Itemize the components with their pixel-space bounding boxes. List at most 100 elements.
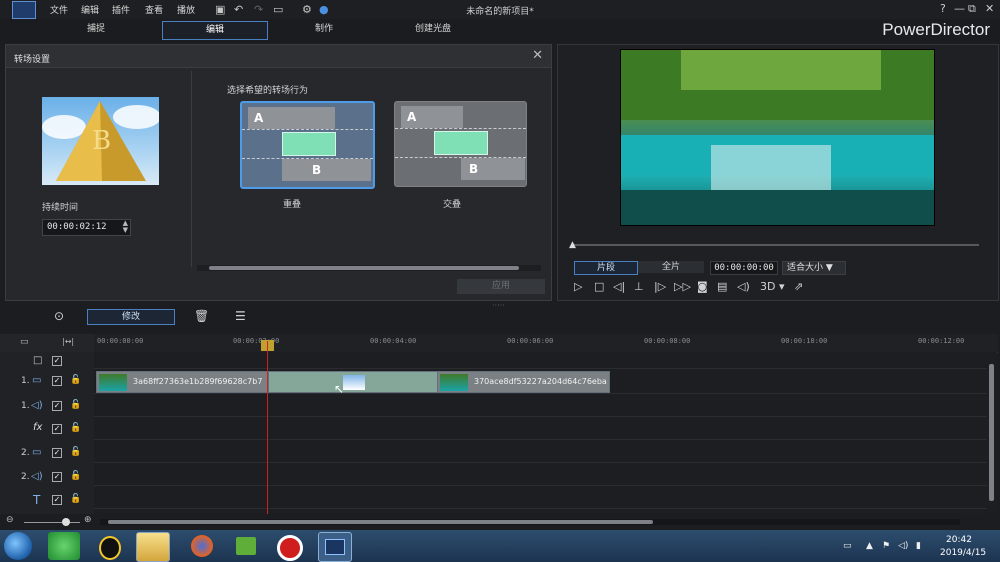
fast-forward-icon[interactable]: ▷▷ xyxy=(674,280,691,293)
crossover-option-label: 交叠 xyxy=(443,200,462,210)
volume-icon[interactable]: ◁) xyxy=(737,280,750,293)
timeline-horizontal-scrollbar[interactable] xyxy=(100,519,960,525)
restore-button[interactable]: ⧉ xyxy=(968,2,976,16)
play-icon[interactable]: ▷ xyxy=(574,280,582,293)
track-enable-checkbox[interactable]: ✓ xyxy=(52,495,62,505)
tray-expand-icon[interactable]: ▲ xyxy=(866,541,873,551)
effect-track-icon: fx xyxy=(33,422,43,433)
track-enable-checkbox[interactable]: ✓ xyxy=(52,448,62,458)
next-frame-icon[interactable]: |▷ xyxy=(654,280,666,293)
player-timecode[interactable]: 00:00:00:00 xyxy=(710,261,778,275)
track-manager-icon[interactable]: ▭ xyxy=(20,337,29,347)
transition-block xyxy=(434,131,488,155)
track-row xyxy=(94,486,987,509)
clip-filename: 370ace8df53227a204d64c76eba xyxy=(474,377,607,386)
tab-edit[interactable]: 编辑 xyxy=(162,21,268,40)
delete-trash-icon[interactable]: 🗑 xyxy=(194,309,209,323)
lock-icon[interactable]: 🔓 xyxy=(70,494,81,504)
collapse-toolbar-icon[interactable]: ⊙ xyxy=(54,309,64,323)
video-preview xyxy=(620,49,935,226)
lock-icon[interactable]: 🔓 xyxy=(70,423,81,433)
track-enable-checkbox[interactable]: ✓ xyxy=(52,376,62,386)
3d-mode-button[interactable]: 3D ▾ xyxy=(760,280,785,293)
minimize-button[interactable]: — xyxy=(954,2,965,15)
taskbar-app-icon[interactable] xyxy=(48,532,80,560)
volume-tray-icon[interactable]: ◁) xyxy=(898,541,908,551)
lock-icon[interactable]: 🔓 xyxy=(70,471,81,481)
close-button[interactable]: ✕ xyxy=(985,2,994,15)
video-clip[interactable]: 370ace8df53227a204d64c76eba xyxy=(437,371,610,393)
stop-icon[interactable]: □ xyxy=(594,280,604,293)
panel-close-icon[interactable]: ✕ xyxy=(532,48,543,63)
screen-recorder-icon[interactable] xyxy=(274,532,306,561)
tab-create-disc[interactable]: 创建光盘 xyxy=(381,21,485,38)
title-track-icon: T xyxy=(33,493,41,507)
powerdirector-taskbar-icon[interactable] xyxy=(318,532,352,562)
fit-size-value: 适合大小 xyxy=(787,263,824,273)
seek-handle-icon[interactable]: ▲ xyxy=(569,240,576,250)
qq-icon[interactable] xyxy=(94,532,126,560)
vertical-scroll-thumb[interactable] xyxy=(989,364,994,501)
ruler-tick: 00:00:08:00 xyxy=(644,337,691,345)
start-button[interactable] xyxy=(4,532,32,560)
previous-frame-icon[interactable]: ◁| xyxy=(613,280,625,293)
lock-icon[interactable]: 🔓 xyxy=(70,447,81,457)
brand-logo: PowerDirector xyxy=(882,20,990,39)
seek-bar[interactable] xyxy=(574,244,979,246)
snapshot-icon[interactable]: ◙ xyxy=(697,280,708,293)
video-track-icon: ▭ xyxy=(32,447,42,458)
track-enable-checkbox[interactable]: ✓ xyxy=(52,401,62,411)
mode-bar xyxy=(0,19,1000,42)
clip-mode-button[interactable]: 片段 xyxy=(574,261,638,275)
overlap-option[interactable]: A B xyxy=(240,101,375,189)
track-number: 1. xyxy=(21,376,30,386)
movie-mode-button[interactable]: 全片 xyxy=(638,261,704,273)
tab-produce[interactable]: 制作 xyxy=(272,21,376,38)
panel-scrollbar[interactable] xyxy=(197,265,541,271)
zoom-slider-knob[interactable] xyxy=(62,518,70,526)
duration-spinner-icon[interactable]: ▲ ▼ xyxy=(123,220,128,234)
playhead-line[interactable] xyxy=(267,341,268,516)
file-explorer-icon[interactable] xyxy=(136,532,170,562)
fit-timeline-icon[interactable]: |↔| xyxy=(62,337,74,346)
track-enable-checkbox[interactable]: ✓ xyxy=(52,472,62,482)
split-icon[interactable]: ⊥ xyxy=(634,280,644,293)
zoom-in-icon[interactable]: ⊕ xyxy=(84,515,92,525)
lock-icon[interactable]: 🔓 xyxy=(70,375,81,385)
fit-size-select[interactable]: 适合大小 ▼ xyxy=(782,261,846,275)
keyboard-icon[interactable]: ▭ xyxy=(843,541,852,551)
undock-icon[interactable]: ⇗ xyxy=(794,280,803,293)
track-enable-checkbox[interactable]: ✓ xyxy=(52,424,62,434)
video-clip[interactable]: 3a68ff27363e1b289f69628c7b7 xyxy=(96,371,268,393)
clip-filename: 3a68ff27363e1b289f69628c7b7 xyxy=(133,377,263,386)
horizontal-scroll-thumb[interactable] xyxy=(108,520,653,524)
timeline-header-controls: ▭ |↔| xyxy=(0,334,94,352)
panel-scroll-thumb[interactable] xyxy=(209,266,519,270)
crossover-option[interactable]: A B xyxy=(394,101,527,187)
media-player-icon[interactable] xyxy=(230,532,262,560)
lock-icon[interactable]: 🔓 xyxy=(70,400,81,410)
firefox-icon[interactable] xyxy=(186,532,218,560)
duration-field[interactable]: 00:00:02:12 ▲ ▼ xyxy=(42,219,131,236)
track-row xyxy=(94,352,987,369)
help-button[interactable]: ? xyxy=(940,2,946,15)
transition-clip[interactable] xyxy=(268,371,438,393)
all-tracks-checkbox[interactable]: ✓ xyxy=(52,356,62,366)
flag-icon[interactable]: ⚑ xyxy=(882,541,890,551)
zoom-out-icon[interactable]: ⊖ xyxy=(6,515,14,525)
resize-grip-icon[interactable]: ····· xyxy=(492,301,505,310)
divider-line xyxy=(242,129,373,130)
clock-date[interactable]: 2019/4/15 xyxy=(940,548,986,558)
duration-label: 持续时间 xyxy=(42,203,79,213)
clock-time[interactable]: 20:42 xyxy=(946,535,972,545)
modify-button[interactable]: 修改 xyxy=(87,309,175,325)
clip-list-icon[interactable]: ☰ xyxy=(235,309,246,323)
timeline-vertical-scrollbar[interactable] xyxy=(987,352,997,512)
overlap-option-label: 重叠 xyxy=(283,200,302,210)
zoom-slider-track[interactable] xyxy=(24,522,80,523)
track-number: 2. xyxy=(21,448,30,458)
network-icon[interactable]: ▮ xyxy=(916,541,921,551)
subtitle-icon[interactable]: ▤ xyxy=(717,280,727,293)
apply-button[interactable]: 应用 xyxy=(457,279,545,294)
tab-capture[interactable]: 捕捉 xyxy=(44,21,148,38)
